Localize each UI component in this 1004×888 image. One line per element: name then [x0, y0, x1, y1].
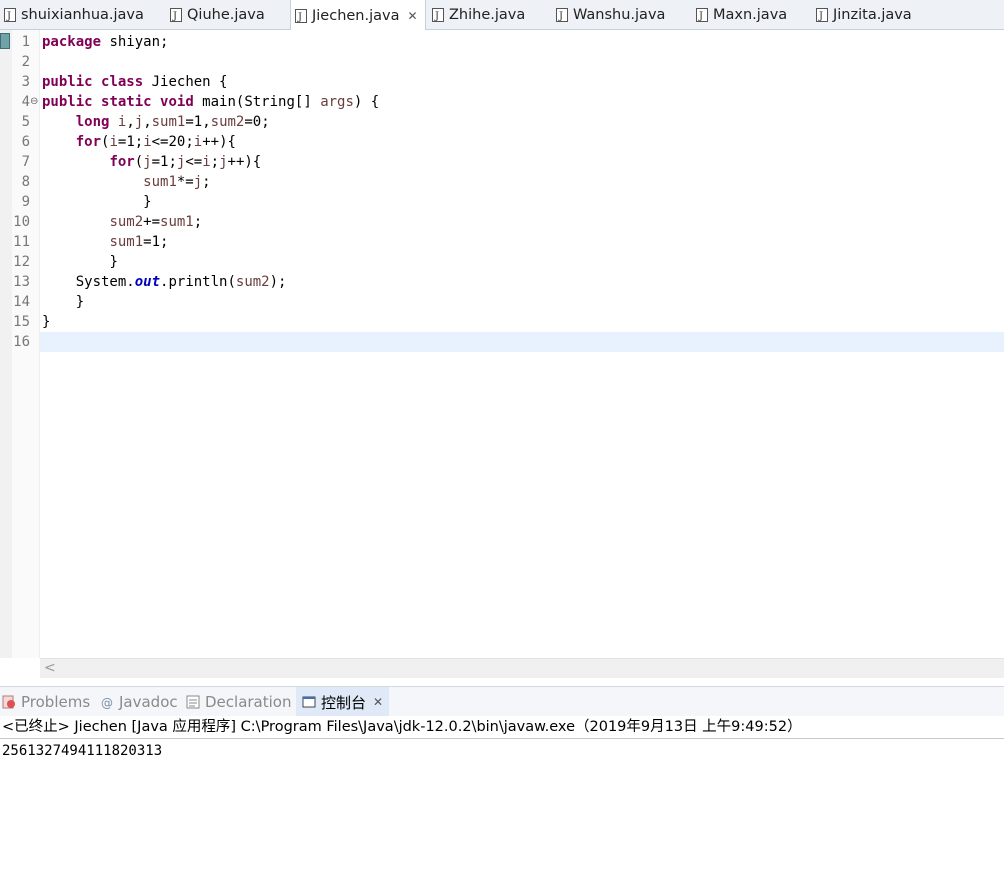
line-number: 13 [13, 274, 30, 290]
line-number: 2 [21, 54, 30, 70]
gutter-corner [0, 658, 40, 678]
tab-label: Zhihe.java [449, 7, 526, 23]
line-number: 4 [21, 94, 30, 110]
tab-label: shuixianhua.java [21, 7, 144, 23]
svg-text:J: J [698, 11, 703, 22]
close-icon[interactable]: ✕ [408, 9, 418, 23]
code-line-14: } [75, 294, 85, 310]
line-number: 9 [21, 194, 30, 210]
code-line-9: } [143, 194, 152, 210]
line-number: 10 [13, 214, 30, 230]
svg-text:J: J [818, 11, 823, 22]
ruler-annotation-marker [0, 33, 10, 49]
svg-text:J: J [434, 11, 439, 22]
tab-label: Declaration [205, 693, 292, 711]
tab-label: 控制台 [321, 693, 367, 712]
code-line-6: for(i=1;i<=20;i++){ [75, 134, 236, 150]
editor-tab-bar: J shuixianhua.java J Qiuhe.java J Jieche… [0, 0, 1004, 31]
code-line-3: public class Jiechen { [42, 74, 228, 90]
svg-text:J: J [172, 11, 177, 22]
java-file-icon: J [4, 8, 16, 22]
line-number: 6 [21, 134, 30, 150]
line-number: 16 [13, 334, 30, 350]
code-line-15: } [42, 314, 51, 330]
code-text-area[interactable]: package shiyan; public class Jiechen { p… [40, 30, 1004, 658]
tab-shuixianhua[interactable]: J shuixianhua.java [0, 0, 160, 30]
scroll-left-icon[interactable]: < [44, 659, 56, 677]
tab-javadoc[interactable]: @ Javadoc [100, 687, 178, 717]
tab-console[interactable]: 控制台 ✕ [296, 687, 390, 717]
console-icon [302, 695, 316, 709]
fold-collapse-icon[interactable]: ⊖ [30, 92, 38, 112]
code-line-12: } [109, 254, 118, 270]
java-file-icon: J [696, 8, 708, 22]
java-file-icon: J [556, 8, 568, 22]
line-number: 7 [21, 154, 30, 170]
line-number-gutter: 1 2 3 4 ⊖ 5 6 7 8 9 10 11 12 13 14 15 16 [12, 30, 40, 658]
declaration-icon [186, 695, 200, 709]
code-line-11: sum1=1; [109, 234, 169, 250]
java-file-icon: J [432, 8, 444, 22]
bottom-view-tab-bar: Problems @ Javadoc Declaration 控制台 ✕ [0, 686, 1004, 717]
tab-jiechen[interactable]: J Jiechen.java ✕ [290, 0, 426, 31]
problems-icon [2, 695, 16, 709]
overview-ruler [0, 30, 12, 658]
line-number: 11 [13, 234, 30, 250]
line-number: 8 [21, 174, 30, 190]
code-line-5: long i,j,sum1=1,sum2=0; [75, 114, 270, 130]
line-number: 15 [13, 314, 30, 330]
console-process-label: <已终止> Jiechen [Java 应用程序] C:\Program Fil… [0, 716, 1004, 739]
tab-label: Wanshu.java [573, 7, 666, 23]
java-file-icon: J [295, 8, 307, 23]
horizontal-scrollbar[interactable]: < [40, 658, 1004, 678]
line-number: 12 [13, 254, 30, 270]
code-line-7: for(j=1;j<=i;j++){ [109, 154, 262, 170]
tab-label: Javadoc [119, 693, 178, 711]
line-number: 1 [21, 34, 30, 50]
code-line-8: sum1*=j; [143, 174, 211, 190]
tab-label: Qiuhe.java [187, 7, 265, 23]
tab-zhihe[interactable]: J Zhihe.java [428, 0, 554, 30]
code-editor[interactable]: 1 2 3 4 ⊖ 5 6 7 8 9 10 11 12 13 14 15 16… [0, 30, 1004, 658]
code-line-10: sum2+=sum1; [109, 214, 203, 230]
java-file-icon: J [816, 8, 828, 22]
javadoc-icon: @ [100, 695, 114, 710]
code-line-13: System.out.println(sum2); [75, 274, 287, 290]
tab-label: Maxn.java [713, 7, 788, 23]
tab-wanshu[interactable]: J Wanshu.java [552, 0, 688, 30]
code-line-16-current [40, 332, 1004, 352]
tab-declaration[interactable]: Declaration [186, 687, 291, 717]
eclipse-window: J shuixianhua.java J Qiuhe.java J Jieche… [0, 0, 1004, 888]
tab-problems[interactable]: Problems [2, 687, 90, 717]
close-icon[interactable]: ✕ [373, 695, 383, 709]
line-number: 14 [13, 294, 30, 310]
svg-text:J: J [297, 12, 302, 23]
line-number: 5 [21, 114, 30, 130]
console-output: 2561327494111820313 [2, 743, 163, 759]
svg-text:@: @ [101, 696, 113, 709]
line-number: 3 [21, 74, 30, 90]
svg-text:J: J [558, 11, 563, 22]
svg-text:J: J [6, 11, 11, 22]
code-line-1: package shiyan; [42, 34, 169, 50]
tab-label: Jiechen.java [312, 7, 400, 24]
console-view[interactable]: <已终止> Jiechen [Java 应用程序] C:\Program Fil… [0, 716, 1004, 888]
tab-qiuhe[interactable]: J Qiuhe.java [166, 0, 288, 30]
tab-label: Problems [21, 693, 91, 711]
java-file-icon: J [170, 8, 182, 22]
tab-label: Jinzita.java [833, 7, 912, 23]
tab-jinzita[interactable]: J Jinzita.java [812, 0, 942, 30]
code-line-4: public static void main(String[] args) { [42, 94, 380, 110]
tab-maxn[interactable]: J Maxn.java [692, 0, 814, 30]
